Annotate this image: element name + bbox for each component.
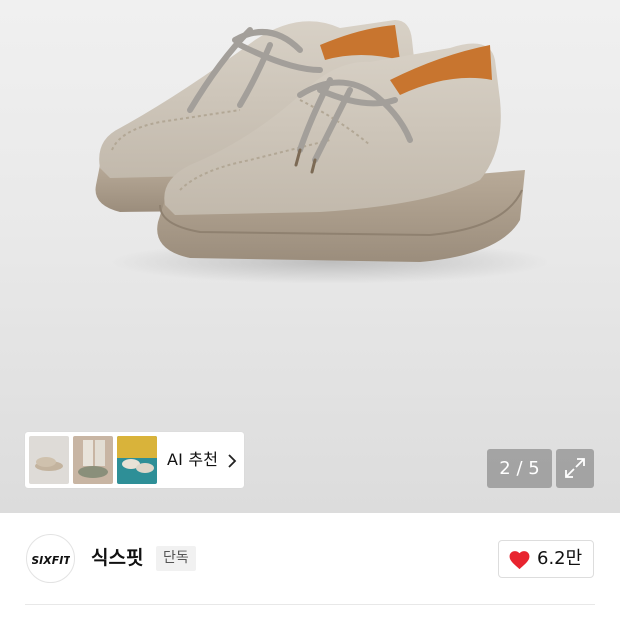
thumb-worn-on-feet[interactable]: [73, 436, 113, 484]
thumb-beige-suede-shoes[interactable]: [29, 436, 69, 484]
expand-arrows-icon: [565, 458, 585, 478]
brand-logo-icon[interactable]: SIXFIT: [26, 534, 75, 583]
heart-icon: [509, 551, 530, 570]
gallery-page-indicator: 2 / 5: [487, 449, 552, 488]
thumb-shoes-on-yellow-teal[interactable]: [117, 436, 157, 484]
like-count: 6.2만: [537, 548, 583, 569]
expand-image-button[interactable]: [556, 449, 594, 488]
section-divider: [25, 604, 595, 605]
brand-name[interactable]: 식스핏: [91, 543, 143, 570]
brand-logo-text: SIXFIT: [32, 554, 70, 567]
exclusive-badge: 단독: [156, 546, 196, 571]
brand-row: SIXFIT 식스핏 단독 6.2만: [0, 513, 620, 605]
ai-recommendation-card[interactable]: AI 추천: [25, 432, 244, 488]
like-button[interactable]: 6.2만: [498, 540, 594, 578]
chevron-right-icon: [227, 453, 237, 472]
product-image-gallery[interactable]: AI 추천 2 / 5: [0, 0, 620, 513]
ai-recommendation-label: AI 추천: [167, 450, 219, 469]
